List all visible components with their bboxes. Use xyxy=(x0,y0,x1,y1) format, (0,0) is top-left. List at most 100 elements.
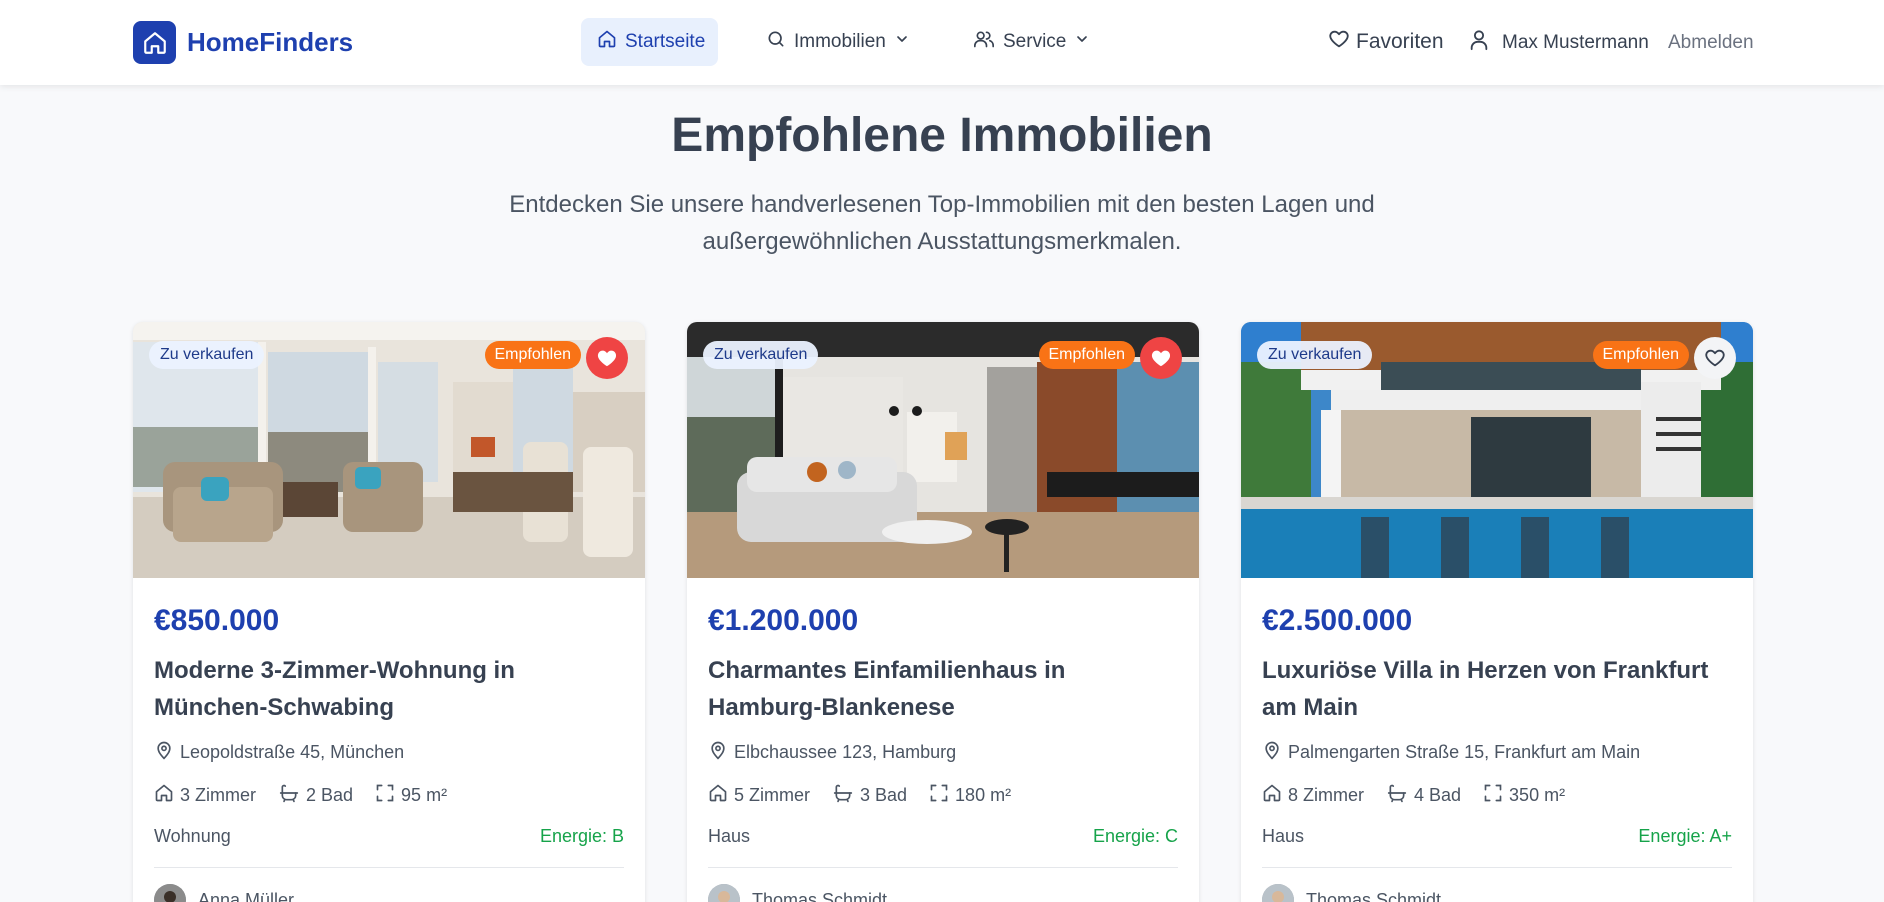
top-navbar: HomeFinders Startseite Immobilien Servic… xyxy=(0,0,1884,85)
logo-text: HomeFinders xyxy=(187,27,354,57)
rooms-feature: 5 Zimmer xyxy=(708,783,810,808)
divider xyxy=(154,867,624,868)
property-type: Haus xyxy=(1262,826,1305,846)
search-icon xyxy=(766,29,786,55)
featured-badge: Empfohlen xyxy=(1592,341,1689,369)
avatar xyxy=(1262,884,1294,902)
home-icon xyxy=(154,783,174,808)
property-card[interactable]: Zu verkaufen Empfohlen €1.200.000 Charma… xyxy=(687,322,1199,902)
address-text: Palmengarten Straße 15, Frankfurt am Mai… xyxy=(1288,742,1641,762)
featured-badge: Empfohlen xyxy=(484,341,581,369)
baths-text: 2 Bad xyxy=(306,785,354,805)
bath-icon xyxy=(832,783,854,808)
house-logo-icon xyxy=(133,21,176,64)
nav-home[interactable]: Startseite xyxy=(581,18,718,66)
agent-info[interactable]: Thomas Schmidt xyxy=(1262,884,1441,902)
rooms-text: 8 Zimmer xyxy=(1288,785,1364,805)
nav-service-dropdown[interactable]: Service xyxy=(973,18,1090,66)
baths-text: 4 Bad xyxy=(1414,785,1462,805)
status-badge: Zu verkaufen xyxy=(149,341,265,369)
users-icon xyxy=(973,29,995,55)
property-card[interactable]: Zu verkaufen Empfohlen €850.000 Moderne … xyxy=(133,322,645,902)
agent-name: Thomas Schmidt xyxy=(1306,889,1442,902)
property-title[interactable]: Moderne 3-Zimmer-Wohnung in München-Schw… xyxy=(154,652,624,726)
avatar xyxy=(708,884,740,902)
area-text: 95 m² xyxy=(401,785,448,805)
property-card[interactable]: Zu verkaufen Empfohlen €2.500.000 Luxuri… xyxy=(1241,322,1753,902)
address-text: Leopoldstraße 45, München xyxy=(180,742,405,762)
status-badge: Zu verkaufen xyxy=(703,341,819,369)
featured-badge: Empfohlen xyxy=(1038,341,1135,369)
property-type: Haus xyxy=(708,826,751,846)
property-image[interactable]: Zu verkaufen Empfohlen xyxy=(1241,322,1753,578)
home-icon xyxy=(1262,783,1282,808)
baths-text: 3 Bad xyxy=(860,785,908,805)
property-image[interactable]: Zu verkaufen Empfohlen xyxy=(133,322,645,578)
divider xyxy=(708,867,1178,868)
user-name: Max Mustermann xyxy=(1502,32,1649,53)
heart-filled-icon xyxy=(1150,347,1172,369)
chevron-down-icon xyxy=(894,31,910,53)
area-feature: 95 m² xyxy=(375,783,447,808)
home-icon xyxy=(708,783,728,808)
page-subtitle: Entdecken Sie unsere handverlesenen Top-… xyxy=(509,191,1375,255)
favorite-toggle-button[interactable] xyxy=(1694,337,1736,379)
rooms-feature: 3 Zimmer xyxy=(154,783,256,808)
avatar xyxy=(154,884,186,902)
property-price: €2.500.000 xyxy=(1262,604,1413,637)
favorite-toggle-button[interactable] xyxy=(586,337,628,379)
property-title[interactable]: Charmantes Einfamilienhaus in Hamburg-Bl… xyxy=(708,652,1178,726)
expand-icon xyxy=(929,783,949,808)
page-title: Empfohlene Immobilien xyxy=(671,109,1213,162)
area-text: 180 m² xyxy=(955,785,1012,805)
area-feature: 180 m² xyxy=(929,783,1011,808)
status-badge: Zu verkaufen xyxy=(1257,341,1373,369)
map-pin-icon xyxy=(154,740,174,765)
expand-icon xyxy=(375,783,395,808)
bath-icon xyxy=(278,783,300,808)
property-image[interactable]: Zu verkaufen Empfohlen xyxy=(687,322,1199,578)
expand-icon xyxy=(1483,783,1503,808)
map-pin-icon xyxy=(1262,740,1282,765)
favorites-label: Favoriten xyxy=(1356,30,1444,53)
rooms-text: 5 Zimmer xyxy=(734,785,810,805)
nav-home-label: Startseite xyxy=(625,31,706,52)
nav-properties-label: Immobilien xyxy=(794,31,886,52)
property-title[interactable]: Luxuriöse Villa in Herzen von Frankfurt … xyxy=(1262,652,1732,726)
property-address: Elbchaussee 123, Hamburg xyxy=(708,740,956,765)
address-text: Elbchaussee 123, Hamburg xyxy=(734,742,957,762)
favorite-toggle-button[interactable] xyxy=(1140,337,1182,379)
divider xyxy=(1262,867,1732,868)
chevron-down-icon xyxy=(1074,31,1090,53)
property-price: €1.200.000 xyxy=(708,604,859,637)
energy-rating: Energie: A+ xyxy=(1638,826,1732,846)
agent-name: Anna Müller xyxy=(198,889,295,902)
baths-feature: 2 Bad xyxy=(278,783,353,808)
heart-outline-icon xyxy=(1704,347,1726,369)
heart-filled-icon xyxy=(596,347,618,369)
nav-service-label: Service xyxy=(1003,31,1067,52)
property-address: Leopoldstraße 45, München xyxy=(154,740,404,765)
nav-properties-dropdown[interactable]: Immobilien xyxy=(766,18,910,66)
energy-rating: Energie: B xyxy=(539,826,624,846)
rooms-text: 3 Zimmer xyxy=(180,785,256,805)
home-icon xyxy=(597,29,617,55)
energy-rating: Energie: C xyxy=(1092,826,1178,846)
property-price: €850.000 xyxy=(154,604,280,637)
property-features: 5 Zimmer 3 Bad 180 m² xyxy=(708,783,1033,808)
agent-info[interactable]: Anna Müller xyxy=(154,884,294,902)
agent-info[interactable]: Thomas Schmidt xyxy=(708,884,887,902)
property-features: 8 Zimmer 4 Bad 350 m² xyxy=(1262,783,1587,808)
logo[interactable]: HomeFinders xyxy=(133,21,353,64)
baths-feature: 4 Bad xyxy=(1386,783,1461,808)
favorites-link[interactable]: Favoriten xyxy=(1328,28,1444,56)
area-feature: 350 m² xyxy=(1483,783,1565,808)
agent-name: Thomas Schmidt xyxy=(752,889,888,902)
property-type: Wohnung xyxy=(154,826,231,846)
logout-link[interactable]: Abmelden xyxy=(1668,32,1754,54)
user-menu[interactable]: Max Mustermann xyxy=(1468,28,1649,58)
property-address: Palmengarten Straße 15, Frankfurt am Mai… xyxy=(1262,740,1640,765)
bath-icon xyxy=(1386,783,1408,808)
heart-icon xyxy=(1328,28,1350,56)
baths-feature: 3 Bad xyxy=(832,783,907,808)
